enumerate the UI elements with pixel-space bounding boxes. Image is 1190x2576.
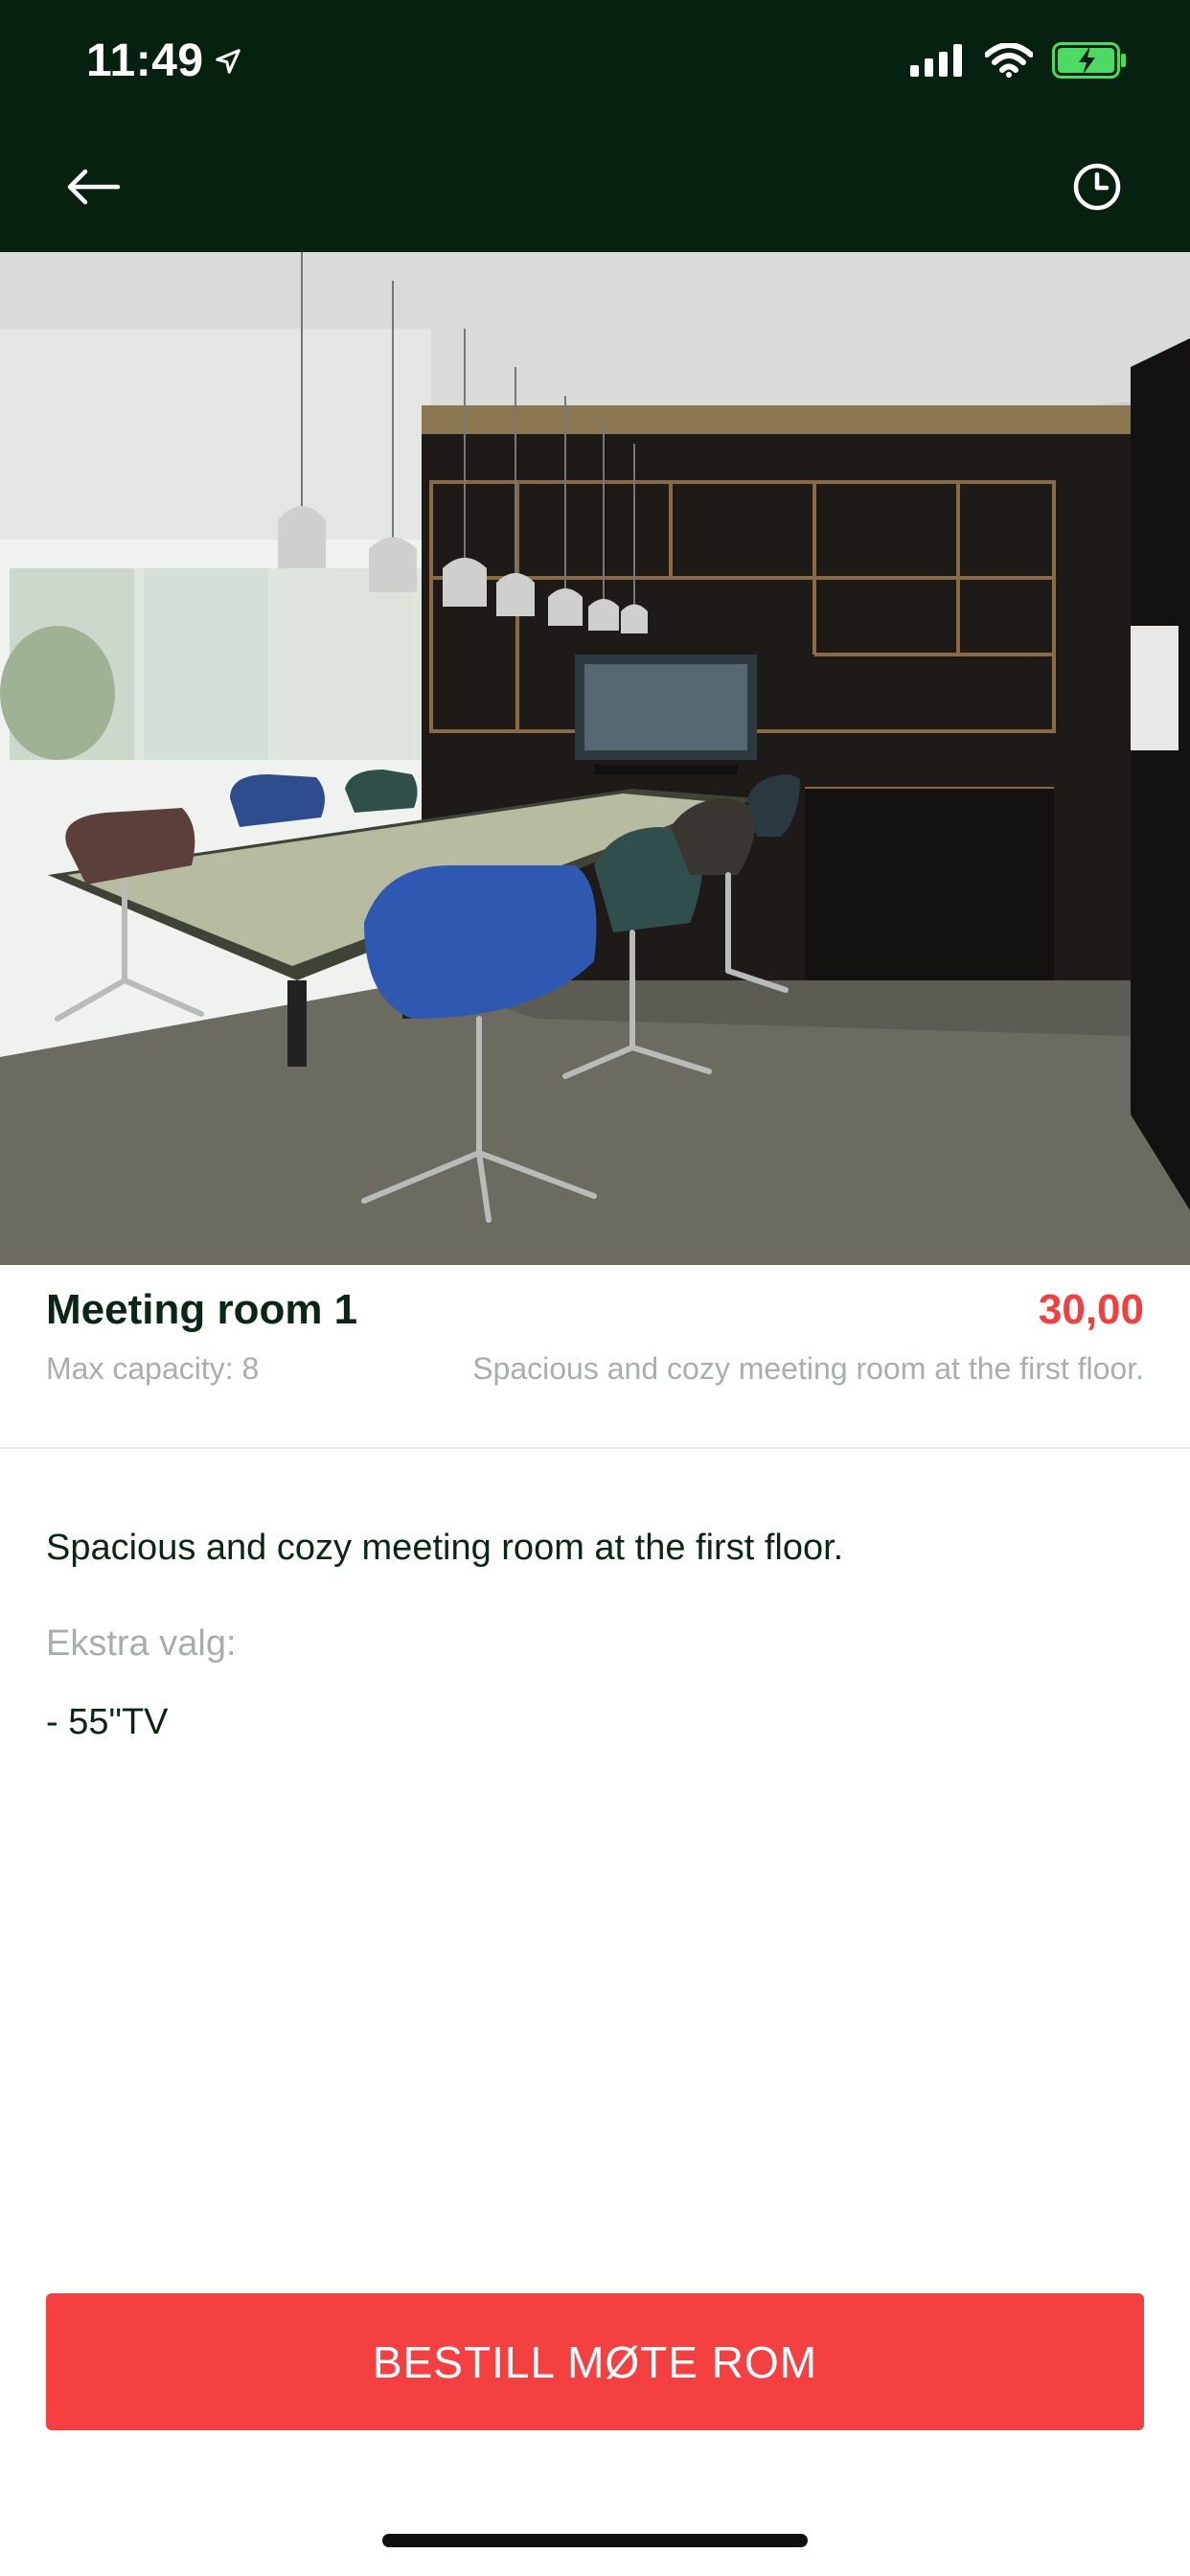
status-bar-time: 11:49 [86,34,242,87]
room-subtitle: Spacious and cozy meeting room at the fi… [472,1351,1144,1386]
cellular-signal-icon [910,44,966,81]
extras-label: Ekstra valg: [46,1623,237,1664]
home-indicator[interactable] [382,2534,808,2547]
arrow-left-icon [67,169,121,205]
book-room-button[interactable]: BESTILL MØTE ROM [46,2293,1144,2430]
location-arrow-icon [214,34,242,87]
back-button[interactable] [59,153,126,220]
room-photo [0,252,1190,1265]
battery-charging-icon [1052,42,1129,83]
room-info: Meeting room 1 30,00 Max capacity: 8 Spa… [0,1265,1190,1449]
room-title: Meeting room 1 [46,1286,358,1333]
extras-item: - 55"TV [46,1702,169,1742]
time-label: 11:49 [86,35,204,86]
app-header: 11:49 [0,0,1190,252]
wifi-icon [984,42,1034,82]
status-bar-icons [910,42,1129,83]
room-capacity: Max capacity: 8 [46,1351,260,1386]
clock-icon [1073,163,1121,211]
history-button[interactable] [1064,153,1131,220]
room-price: 30,00 [1038,1286,1144,1333]
room-description: Spacious and cozy meeting room at the fi… [46,1528,844,1568]
